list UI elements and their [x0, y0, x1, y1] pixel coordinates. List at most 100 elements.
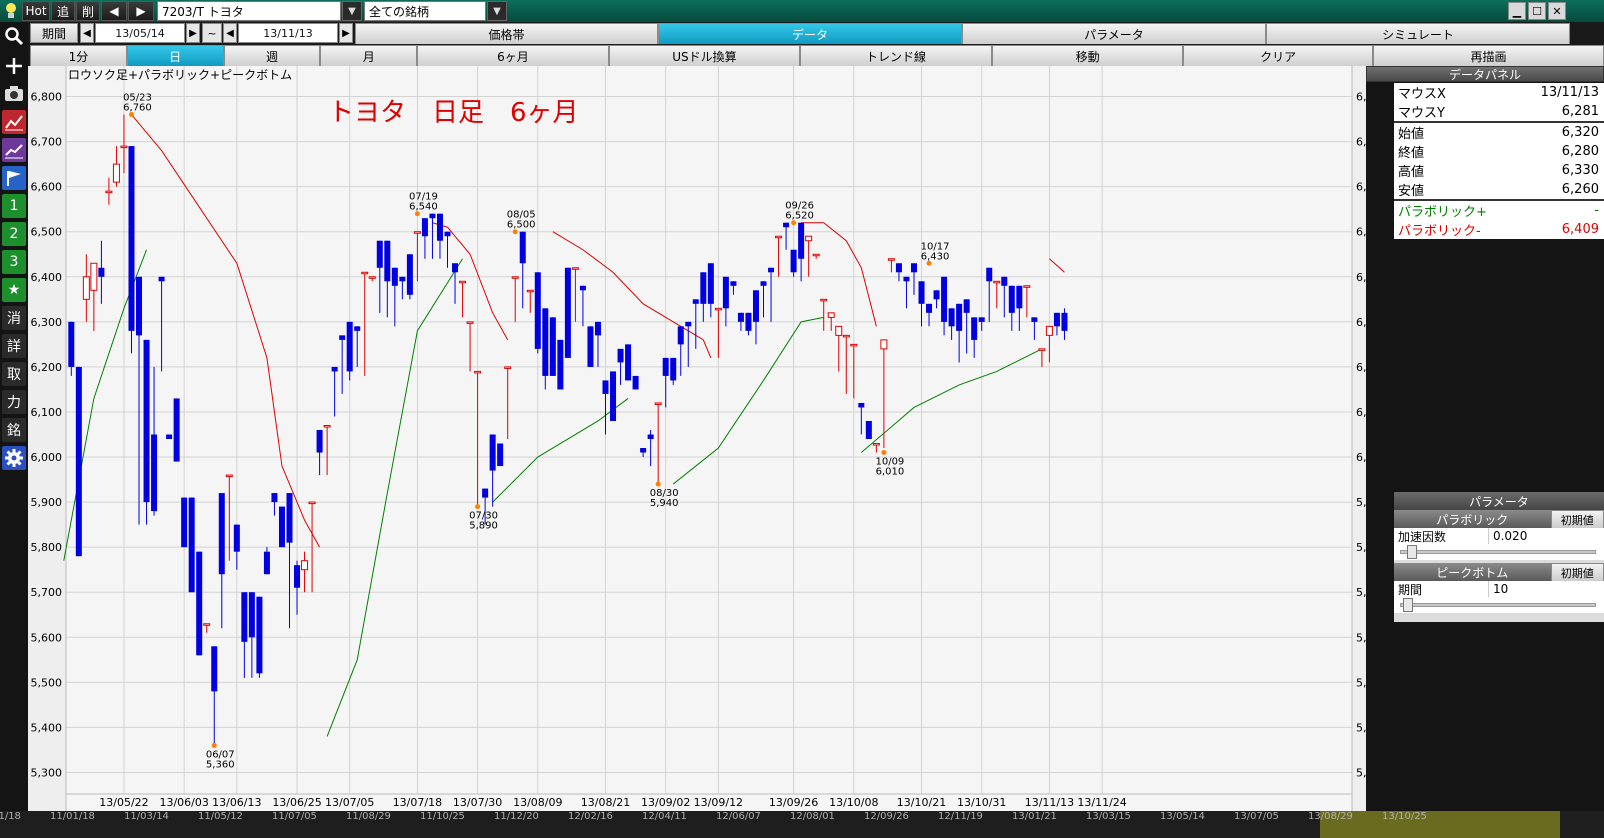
trendline-button[interactable]: トレンド線 [800, 45, 992, 67]
candle-body [354, 326, 361, 331]
data-panel-title: データパネル [1366, 66, 1604, 82]
next-button[interactable]: ▶ [128, 1, 154, 21]
flag-icon[interactable] [2, 166, 26, 190]
slider-track [1400, 603, 1596, 607]
candle-body [625, 344, 632, 381]
candle-body [112, 163, 120, 183]
date-to-prev-button[interactable]: ◀ [223, 23, 237, 43]
date-from-input[interactable]: 13/05/14 [95, 23, 185, 43]
y-tick-label: 6,400 [1356, 271, 1366, 284]
candle-body [1031, 317, 1038, 322]
timeline-label: 11/07/05 [272, 811, 317, 822]
y-tick-label: 6,600 [31, 181, 63, 194]
x-tick-label: 13/07/18 [393, 796, 442, 809]
search-icon[interactable] [2, 24, 26, 48]
candlestick-chart[interactable]: 5,300 5,400 5,500 5,600 5,700 5,800 5,900 6,000… [28, 66, 1366, 811]
candle-body [707, 263, 714, 304]
period-label: 期間 [30, 23, 78, 43]
candle-body [82, 276, 90, 300]
minimize-button[interactable]: ▁ [1508, 2, 1526, 20]
input-button[interactable]: 力 [2, 390, 26, 414]
parabolic-reset-button[interactable]: 初期値 [1550, 510, 1604, 530]
y-tick-label: 6,300 [31, 316, 63, 329]
add-button[interactable]: 追 [51, 1, 75, 21]
x-tick-label: 13/11/13 [1025, 796, 1074, 809]
hot-button[interactable]: Hot [22, 1, 50, 21]
x-tick-label: 13/11/24 [1077, 796, 1126, 809]
prev-button[interactable]: ◀ [101, 1, 127, 21]
candle-body [587, 326, 594, 367]
candle-body [1023, 285, 1031, 288]
symbol-button[interactable]: 銘 [2, 418, 26, 442]
accel-factor-input[interactable]: 0.020 [1487, 528, 1604, 544]
candle-body [399, 276, 406, 282]
erase-button[interactable]: 消 [2, 306, 26, 330]
candle-body [75, 366, 82, 557]
layout-3-button[interactable]: 3 [2, 250, 26, 274]
candle-body [933, 290, 940, 300]
x-tick-label: 13/06/13 [212, 796, 261, 809]
camera-icon[interactable] [2, 82, 26, 106]
detail-button[interactable]: 詳 [2, 334, 26, 358]
fetch-button[interactable]: 取 [2, 362, 26, 386]
lightbulb-icon[interactable] [2, 1, 20, 21]
y-tick-label: 5,700 [1356, 586, 1366, 599]
candle-body [632, 375, 639, 390]
chart-area[interactable]: 5,300 5,400 5,500 5,600 5,700 5,800 5,900 6,000… [28, 66, 1366, 838]
star-icon[interactable]: ★ [2, 278, 26, 302]
layout-1-button[interactable]: 1 [2, 194, 26, 218]
y-tick-label: 6,600 [1356, 181, 1366, 194]
candle-body [331, 366, 338, 372]
x-tick-label: 13/06/03 [159, 796, 208, 809]
close-button[interactable]: ✕ [1548, 2, 1566, 20]
clear-button[interactable]: クリア [1183, 45, 1373, 67]
line-chart-red-icon[interactable] [2, 110, 26, 134]
timeline-label: 12/11/19 [938, 811, 983, 822]
tab-parameter[interactable]: パラメータ [962, 23, 1266, 45]
layout-2-button[interactable]: 2 [2, 222, 26, 246]
data-panel: マウスX 13/11/13 マウスY 6,281 始値 6,320 終値 6,280 高… [1394, 83, 1604, 239]
chevron-down-icon[interactable]: ▼ [342, 1, 362, 21]
candle-body [617, 348, 624, 363]
usd-convert-button[interactable]: USドル換算 [608, 45, 801, 67]
delete-button[interactable]: 削 [76, 1, 100, 21]
candle-body [880, 339, 888, 350]
period-slider[interactable] [1394, 597, 1604, 613]
tab-6months[interactable]: 6ヶ月 [417, 45, 609, 67]
candle-body [294, 565, 301, 588]
tab-simulate[interactable]: シミュレート [1266, 23, 1570, 45]
tab-monthly[interactable]: 月 [320, 45, 418, 67]
chevron-down-icon[interactable]: ▼ [487, 1, 507, 21]
line-chart-purple-icon[interactable] [2, 138, 26, 162]
candle-body [406, 254, 413, 295]
tab-price-range[interactable]: 価格帯 [355, 23, 658, 45]
date-from-prev-button[interactable]: ◀ [80, 23, 94, 43]
slider-thumb[interactable] [1403, 598, 1413, 612]
x-tick-label: 13/10/21 [897, 796, 946, 809]
date-to-next-button[interactable]: ▶ [339, 23, 353, 43]
candle-body [700, 272, 707, 304]
tab-1min[interactable]: 1分 [30, 45, 127, 67]
candle-body [971, 317, 978, 340]
tab-daily[interactable]: 日 [126, 45, 224, 67]
period-input[interactable]: 10 [1487, 581, 1604, 597]
plus-icon[interactable] [2, 54, 26, 78]
peak-value-label: 6,500 [507, 220, 536, 231]
redraw-button[interactable]: 再描画 [1372, 45, 1604, 67]
slider-thumb[interactable] [1407, 545, 1417, 559]
date-from-next-button[interactable]: ▶ [186, 23, 200, 43]
gear-icon[interactable] [2, 446, 26, 470]
range-separator: ~ [202, 23, 222, 43]
menu-row-1-tabs: 価格帯 データ パラメータ シミュレート [355, 23, 1604, 45]
tab-weekly[interactable]: 週 [223, 45, 321, 67]
move-button[interactable]: 移動 [991, 45, 1184, 67]
peak-bottom-reset-button[interactable]: 初期値 [1550, 563, 1604, 583]
maximize-button[interactable]: ☐ [1528, 2, 1546, 20]
accel-factor-slider[interactable] [1394, 544, 1604, 560]
date-to-input[interactable]: 13/11/13 [238, 23, 338, 43]
tab-data[interactable]: データ [658, 23, 962, 45]
peak-value-label: 6,760 [123, 103, 152, 114]
symbol-input[interactable]: 7203/T トヨタ [157, 1, 341, 21]
universe-select[interactable]: 全ての銘柄 [364, 1, 486, 21]
timeline-bar[interactable]: 11/01/18 11/01/18 11/03/14 11/05/12 11/07/05… [0, 811, 1604, 838]
